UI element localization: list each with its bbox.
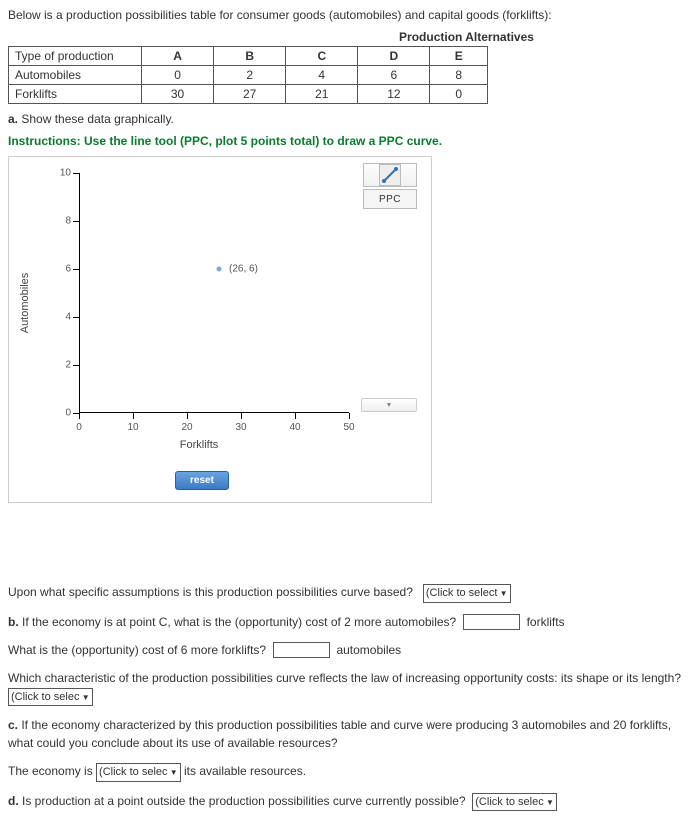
question-a: a. Show these data graphically. (8, 112, 685, 126)
x-axis (79, 412, 349, 413)
question-b-prefix: b. (8, 615, 19, 629)
y-tick-label: 4 (49, 312, 71, 323)
instructions-text: Instructions: Use the line tool (PPC, pl… (8, 134, 685, 148)
question-b2-unit: automobiles (336, 643, 401, 657)
cost-forklifts-input[interactable] (273, 642, 330, 658)
plot-area[interactable]: Automobiles 0 2 4 6 8 10 0 10 20 30 40 5… (49, 173, 349, 433)
cell: 6 (358, 66, 430, 85)
line-tool-button[interactable] (363, 163, 417, 187)
row-label: Automobiles (9, 66, 142, 85)
cell: 8 (430, 66, 488, 85)
col-D: D (358, 47, 430, 66)
question-a-text: Show these data graphically. (18, 112, 174, 126)
x-tick-label: 10 (127, 422, 138, 433)
cell: 12 (358, 85, 430, 104)
question-b2: What is the (opportunity) cost of 6 more… (8, 641, 685, 659)
y-tick-label: 0 (49, 408, 71, 419)
c-answer-pre: The economy is (8, 764, 96, 778)
question-b: b. If the economy is at point C, what is… (8, 613, 685, 631)
x-tick (241, 413, 242, 419)
row-header-label: Type of production (9, 47, 142, 66)
assumptions-text: Upon what specific assumptions is this p… (8, 585, 413, 599)
chart-container: PPC Automobiles 0 2 4 6 8 10 0 10 20 30 … (8, 156, 432, 503)
line-tool-icon (379, 164, 401, 186)
cell: 0 (142, 66, 214, 85)
cell: 21 (286, 85, 358, 104)
question-c-prefix: c. (8, 718, 18, 732)
shape-select[interactable]: (Click to selec (8, 688, 93, 707)
col-B: B (214, 47, 286, 66)
col-C: C (286, 47, 358, 66)
question-c-text: If the economy characterized by this pro… (8, 718, 671, 750)
y-tick (73, 221, 79, 222)
cell: 4 (286, 66, 358, 85)
x-tick-label: 0 (76, 422, 82, 433)
y-tick-label: 10 (49, 168, 71, 179)
question-d-prefix: d. (8, 794, 19, 808)
col-E: E (430, 47, 488, 66)
question-d-text: Is production at a point outside the pro… (19, 794, 466, 808)
x-tick (349, 413, 350, 419)
intro-text: Below is a production possibilities tabl… (8, 8, 685, 22)
x-tick (295, 413, 296, 419)
question-b2-text: What is the (opportunity) cost of 6 more… (8, 643, 266, 657)
c-answer-post: its available resources. (184, 764, 306, 778)
y-tick-label: 8 (49, 216, 71, 227)
table-title: Production Alternatives (248, 30, 685, 44)
question-a-prefix: a. (8, 112, 18, 126)
x-tick-label: 40 (289, 422, 300, 433)
production-table: Type of production A B C D E Automobiles… (8, 46, 488, 104)
x-tick (79, 413, 80, 419)
x-tick (133, 413, 134, 419)
x-tick-label: 20 (181, 422, 192, 433)
assumptions-question: Upon what specific assumptions is this p… (8, 583, 685, 603)
legend-scroll-down-icon[interactable] (361, 398, 417, 412)
x-axis-label: Forklifts (49, 439, 349, 451)
x-tick-label: 30 (235, 422, 246, 433)
shape-question: Which characteristic of the production p… (8, 669, 685, 707)
y-tick (73, 173, 79, 174)
y-tick (73, 269, 79, 270)
cell: 30 (142, 85, 214, 104)
outside-select[interactable]: (Click to selec (472, 793, 557, 812)
data-point[interactable] (217, 267, 222, 272)
y-axis (79, 173, 80, 413)
question-c-answer: The economy is (Click to selec its avail… (8, 762, 685, 782)
y-tick (73, 365, 79, 366)
cell: 27 (214, 85, 286, 104)
x-tick-label: 50 (343, 422, 354, 433)
col-A: A (142, 47, 214, 66)
table-row: Automobiles 0 2 4 6 8 (9, 66, 488, 85)
legend-ppc-label: PPC (363, 189, 417, 209)
cost-automobiles-input[interactable] (463, 614, 520, 630)
tool-legend: PPC (363, 163, 417, 209)
y-axis-label: Automobiles (19, 273, 31, 334)
question-c: c. If the economy characterized by this … (8, 716, 685, 752)
resources-select[interactable]: (Click to selec (96, 763, 181, 782)
question-d: d. Is production at a point outside the … (8, 792, 685, 812)
cell: 2 (214, 66, 286, 85)
shape-question-text: Which characteristic of the production p… (8, 671, 681, 685)
y-tick-label: 6 (49, 264, 71, 275)
question-b-unit: forklifts (527, 615, 565, 629)
assumptions-select[interactable]: (Click to select (423, 584, 511, 603)
reset-button[interactable]: reset (175, 471, 229, 490)
question-b-text: If the economy is at point C, what is th… (19, 615, 457, 629)
row-label: Forklifts (9, 85, 142, 104)
table-row: Forklifts 30 27 21 12 0 (9, 85, 488, 104)
y-tick (73, 317, 79, 318)
x-tick (187, 413, 188, 419)
cell: 0 (430, 85, 488, 104)
data-point-label: (26, 6) (229, 264, 258, 275)
y-tick-label: 2 (49, 360, 71, 371)
